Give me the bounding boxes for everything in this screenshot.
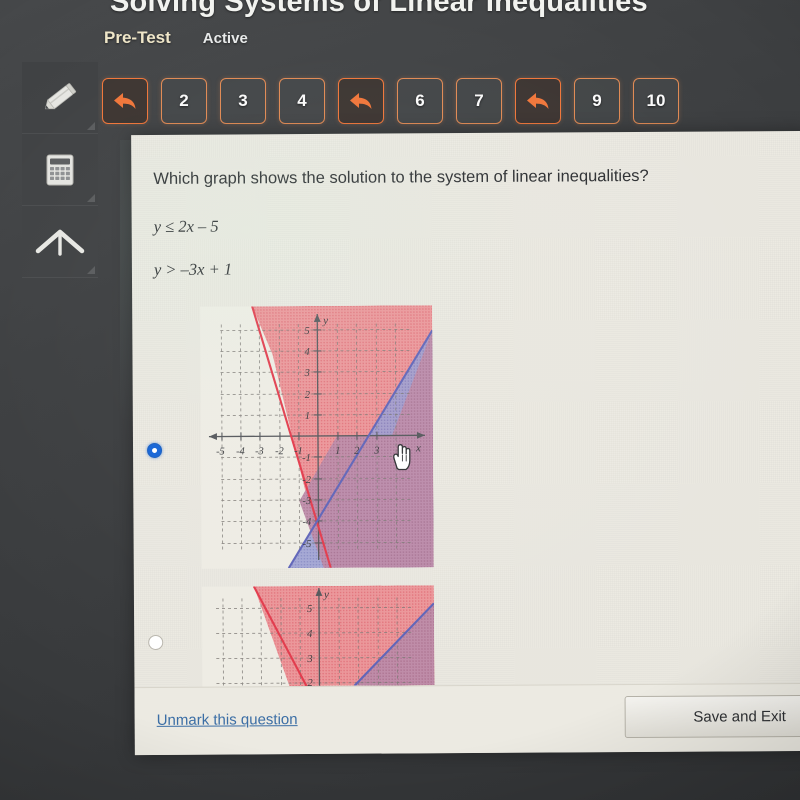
graph-option-b[interactable]: 5 4 3 2 y [201, 585, 435, 687]
question-nav-label: 3 [238, 91, 248, 110]
question-nav-button-10[interactable]: 10 [633, 78, 679, 124]
question-nav-label: 10 [646, 91, 666, 110]
svg-text:-4: -4 [302, 517, 312, 528]
question-panel: Which graph shows the solution to the sy… [131, 130, 800, 756]
unmark-question-link[interactable]: Unmark this question [157, 711, 298, 729]
question-nav-button-5[interactable] [338, 78, 384, 124]
pretest-label: Pre-Test [104, 28, 171, 47]
svg-text:-2: -2 [302, 475, 312, 486]
svg-text:5: 5 [307, 604, 312, 615]
inequality-two: y > –3x + 1 [153, 259, 233, 279]
svg-text:-2: -2 [275, 446, 285, 457]
svg-text:-5: -5 [216, 447, 225, 458]
flag-arrow-icon [112, 90, 138, 112]
tool-rail [22, 62, 98, 278]
question-nav-button-6[interactable]: 6 [397, 78, 443, 124]
question-nav-button-3[interactable]: 3 [220, 78, 266, 124]
question-nav-button-7[interactable]: 7 [456, 78, 502, 124]
svg-text:-1: -1 [302, 453, 311, 464]
answer-radio-b[interactable] [148, 634, 164, 650]
graph-option-a[interactable]: -5 -4 -3 -2 -1 1 2 3 5 4 3 2 1 -1 -2 -3 … [200, 305, 434, 569]
inequality-one: y ≤ 2x – 5 [153, 216, 219, 236]
question-nav-label: 4 [297, 91, 307, 110]
svg-text:1: 1 [335, 446, 340, 457]
chevron-up-icon [34, 225, 86, 259]
collapse-tool[interactable] [22, 206, 98, 278]
question-nav-label: 7 [474, 91, 484, 110]
screen-photo: Solving Systems of Linear Inequalities P… [0, 0, 800, 800]
svg-text:-4: -4 [236, 446, 246, 457]
breadcrumb: Pre-Test Active [104, 28, 248, 48]
page-title: Solving Systems of Linear Inequalities [110, 0, 648, 18]
flag-arrow-icon [348, 90, 374, 112]
question-prompt: Which graph shows the solution to the sy… [153, 166, 649, 188]
status-badge: Active [202, 30, 248, 47]
svg-text:4: 4 [304, 347, 310, 358]
svg-text:2: 2 [354, 446, 360, 457]
save-and-exit-button[interactable]: Save and Exit [624, 694, 800, 739]
question-nav-button-1[interactable] [102, 78, 148, 124]
question-nav-label: 6 [415, 91, 425, 110]
answer-radio-a[interactable] [146, 442, 163, 458]
svg-text:4: 4 [307, 629, 313, 640]
test-header: Solving Systems of Linear Inequalities P… [0, 0, 800, 140]
radio-indicator[interactable] [146, 442, 163, 458]
svg-text:3: 3 [306, 654, 312, 665]
svg-text:3: 3 [304, 368, 310, 379]
calculator-tool[interactable] [22, 134, 98, 206]
svg-text:1: 1 [305, 411, 310, 422]
svg-text:3: 3 [373, 446, 379, 457]
question-nav-button-2[interactable]: 2 [161, 78, 207, 124]
question-nav-button-9[interactable]: 9 [574, 78, 620, 124]
svg-text:-5: -5 [303, 539, 312, 550]
question-nav-label: 9 [592, 91, 602, 110]
pencil-icon [37, 78, 83, 118]
flag-arrow-icon [525, 90, 551, 112]
question-number-strip: 2 3 4 6 7 9 10 [102, 78, 679, 124]
calculator-icon [40, 150, 80, 190]
svg-text:2: 2 [305, 390, 311, 401]
question-nav-label: 2 [179, 91, 189, 110]
svg-text:-3: -3 [255, 446, 264, 457]
panel-footer: Unmark this question Save and Exit [134, 682, 800, 756]
svg-text:y: y [322, 315, 328, 327]
question-nav-button-4[interactable]: 4 [279, 78, 325, 124]
question-nav-button-8[interactable] [515, 78, 561, 124]
svg-text:5: 5 [304, 326, 309, 337]
svg-text:y: y [323, 589, 329, 601]
svg-text:x: x [415, 442, 421, 454]
annotation-tool[interactable] [22, 62, 98, 134]
svg-text:-3: -3 [302, 496, 311, 507]
radio-indicator[interactable] [148, 634, 164, 650]
